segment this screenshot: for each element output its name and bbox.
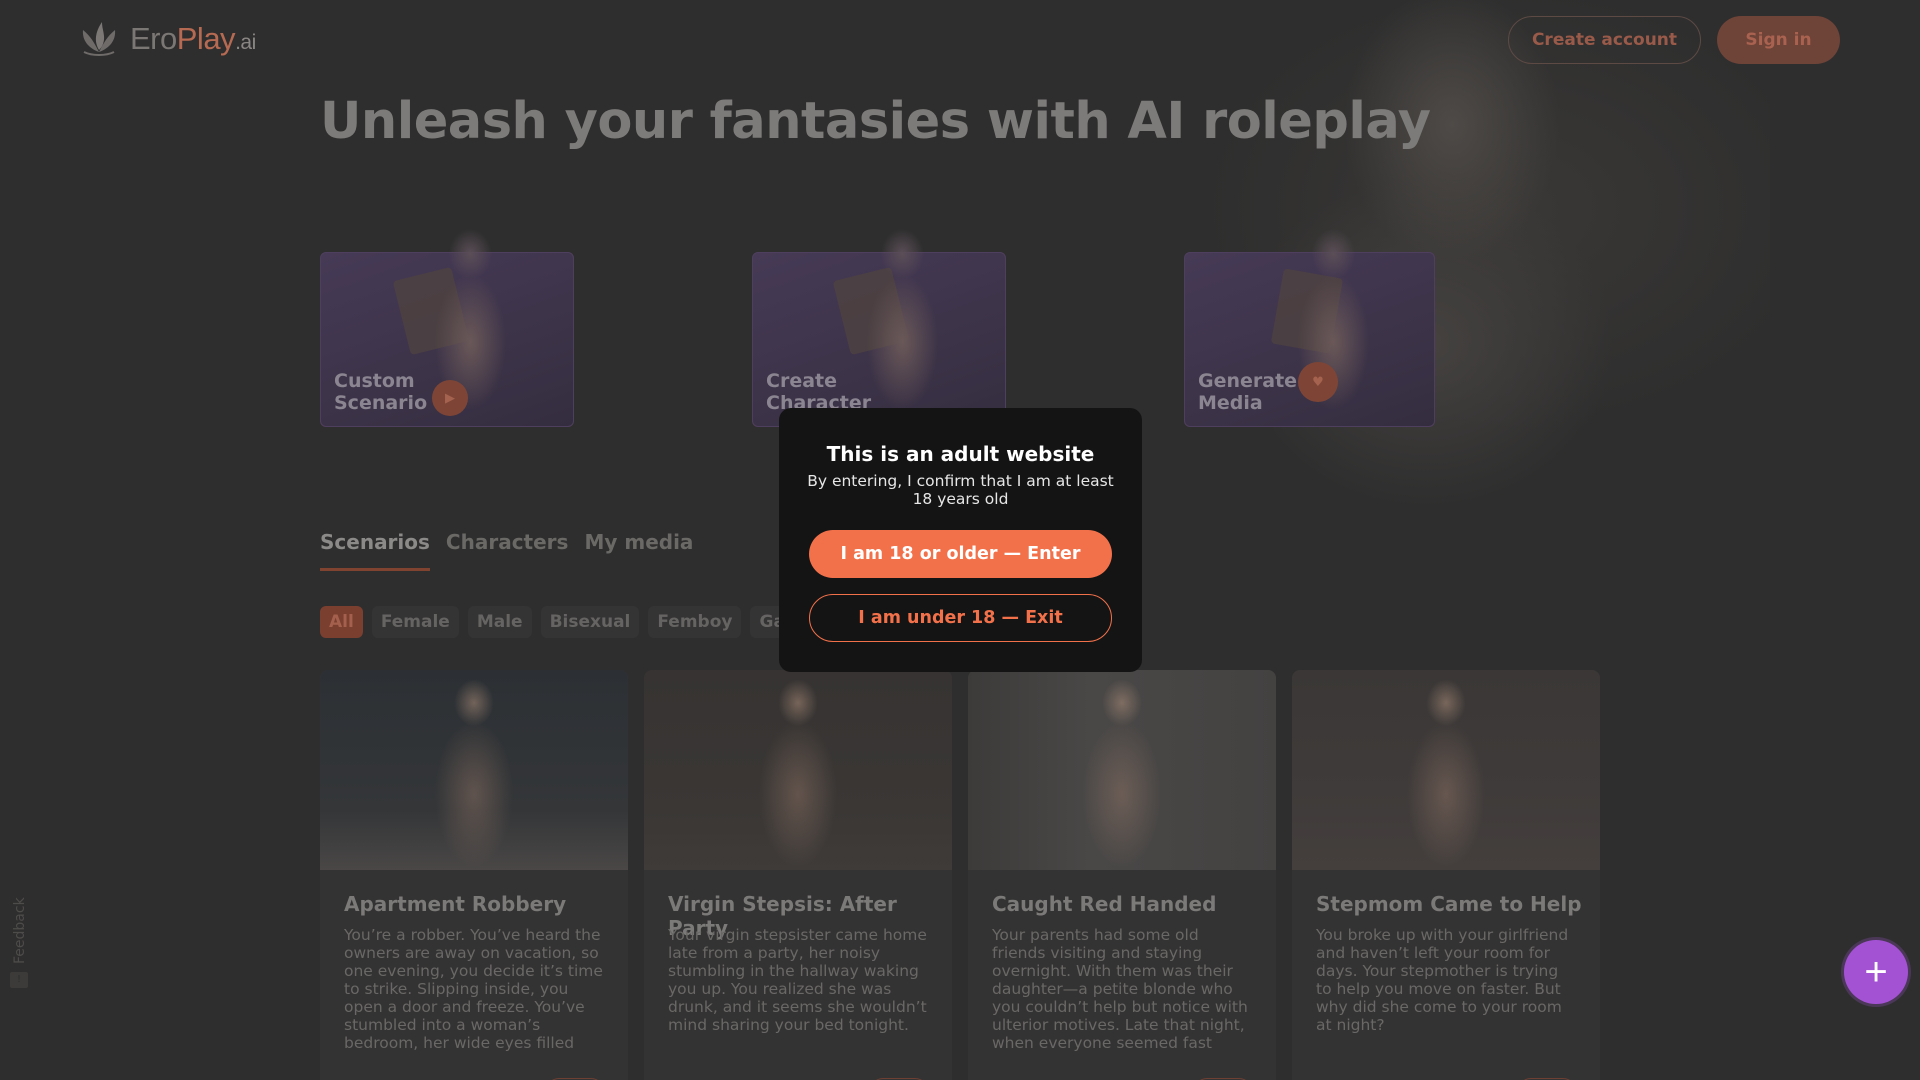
modal-text: By entering, I confirm that I am at leas… <box>807 472 1114 508</box>
page: EroPlay.ai Create account Sign in Unleas… <box>0 0 1920 1080</box>
exit-button[interactable]: I am under 18 — Exit <box>809 594 1112 642</box>
age-verification-modal: This is an adult website By entering, I … <box>779 408 1142 672</box>
enter-button[interactable]: I am 18 or older — Enter <box>809 530 1112 578</box>
modal-title: This is an adult website <box>826 442 1095 466</box>
